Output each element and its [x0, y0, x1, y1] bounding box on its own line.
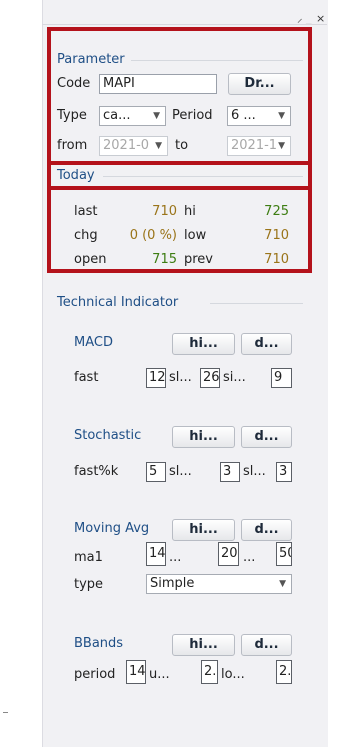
- stochastic-hist-button[interactable]: hi...: [172, 426, 235, 448]
- prev-value: 710: [264, 252, 289, 267]
- period-select-value: 6 ...: [231, 108, 256, 123]
- ma-type-select[interactable]: Simple ▼: [146, 574, 292, 594]
- macd-slow-input[interactable]: 26: [200, 368, 220, 388]
- left-dash: [3, 712, 8, 713]
- macd-fast-label: fast: [74, 370, 99, 385]
- bbands-period-label: period: [74, 667, 116, 682]
- moving-avg-draw-button[interactable]: d...: [241, 519, 292, 541]
- stochastic-draw-button[interactable]: d...: [241, 426, 292, 448]
- hi-value: 725: [264, 204, 289, 219]
- bbands-draw-button[interactable]: d...: [241, 634, 292, 656]
- low-label: low: [184, 228, 207, 243]
- macd-slow-label: sl...: [169, 370, 192, 385]
- bbands-period-input[interactable]: 14: [126, 660, 146, 684]
- chevron-down-icon: ▼: [153, 111, 160, 121]
- chg-value: 0 (0 %): [129, 228, 177, 243]
- open-label: open: [74, 252, 107, 267]
- ma-type-value: Simple: [150, 576, 195, 591]
- stochastic-slowd-input[interactable]: 3: [276, 462, 292, 482]
- draw-button[interactable]: Dr...: [228, 73, 291, 95]
- macd-hist-button[interactable]: hi...: [172, 333, 235, 355]
- moving-avg-title: Moving Avg: [74, 521, 150, 536]
- type-select-value: ca...: [103, 108, 131, 123]
- ma1-input[interactable]: 14: [146, 542, 166, 566]
- low-value: 710: [264, 228, 289, 243]
- stochastic-slowd-label: sl...: [243, 464, 266, 479]
- from-date-value: 2021-0: [103, 138, 150, 153]
- moving-avg-hist-button[interactable]: hi...: [172, 519, 235, 541]
- stochastic-slowk-label: sl...: [169, 464, 192, 479]
- top-divider: [42, 24, 327, 25]
- macd-title: MACD: [74, 335, 113, 350]
- to-label: to: [175, 138, 189, 153]
- open-value: 715: [152, 252, 177, 267]
- ma3-input[interactable]: 50: [276, 542, 292, 566]
- ma1-label: ma1: [74, 550, 103, 565]
- type-label: Type: [57, 108, 87, 123]
- period-select[interactable]: 6 ... ▼: [227, 106, 291, 126]
- last-value: 710: [152, 204, 177, 219]
- bbands-hist-button[interactable]: hi...: [172, 634, 235, 656]
- parameter-divider: [131, 60, 303, 61]
- macd-signal-input[interactable]: 9: [271, 368, 292, 388]
- stochastic-fastk-label: fast%k: [74, 464, 119, 479]
- bbands-upper-label: u...: [149, 667, 170, 682]
- from-date-picker[interactable]: 2021-0 ▼: [99, 136, 168, 156]
- left-strip: [0, 0, 42, 747]
- technical-indicator-title: Technical Indicator: [57, 295, 179, 310]
- ma-type-label: type: [74, 577, 104, 592]
- ma3-label: ...: [243, 550, 256, 565]
- today-divider: [103, 176, 303, 177]
- macd-fast-input[interactable]: 12: [146, 368, 166, 388]
- period-label: Period: [172, 108, 213, 123]
- parameter-title: Parameter: [57, 52, 125, 67]
- to-date-picker[interactable]: 2021-1 ▼: [227, 136, 291, 156]
- to-date-value: 2021-1: [231, 138, 278, 153]
- stochastic-fastk-input[interactable]: 5: [146, 462, 166, 482]
- type-select[interactable]: ca... ▼: [99, 106, 166, 126]
- macd-draw-button[interactable]: d...: [241, 333, 292, 355]
- today-title: Today: [57, 168, 95, 183]
- stochastic-title: Stochastic: [74, 428, 142, 443]
- ma2-input[interactable]: 20: [218, 542, 239, 566]
- chg-label: chg: [74, 228, 98, 243]
- calendar-dropdown-icon: ▼: [155, 141, 162, 151]
- from-label: from: [57, 138, 88, 153]
- ma2-label: ...: [169, 550, 182, 565]
- bbands-title: BBands: [74, 636, 124, 651]
- last-label: last: [74, 204, 98, 219]
- bbands-lower-label: lo...: [221, 667, 245, 682]
- calendar-dropdown-icon: ▼: [278, 141, 285, 151]
- hi-label: hi: [184, 204, 196, 219]
- stochastic-slowk-input[interactable]: 3: [220, 462, 240, 482]
- bbands-upper-input[interactable]: 2.: [201, 660, 218, 684]
- prev-label: prev: [184, 252, 214, 267]
- code-label: Code: [57, 76, 91, 91]
- code-input[interactable]: MAPI: [99, 74, 217, 94]
- technical-divider: [210, 303, 303, 304]
- macd-signal-label: si...: [223, 370, 246, 385]
- chevron-down-icon: ▼: [278, 111, 285, 121]
- chevron-down-icon: ▼: [279, 579, 286, 589]
- bbands-lower-input[interactable]: 2.: [276, 660, 292, 684]
